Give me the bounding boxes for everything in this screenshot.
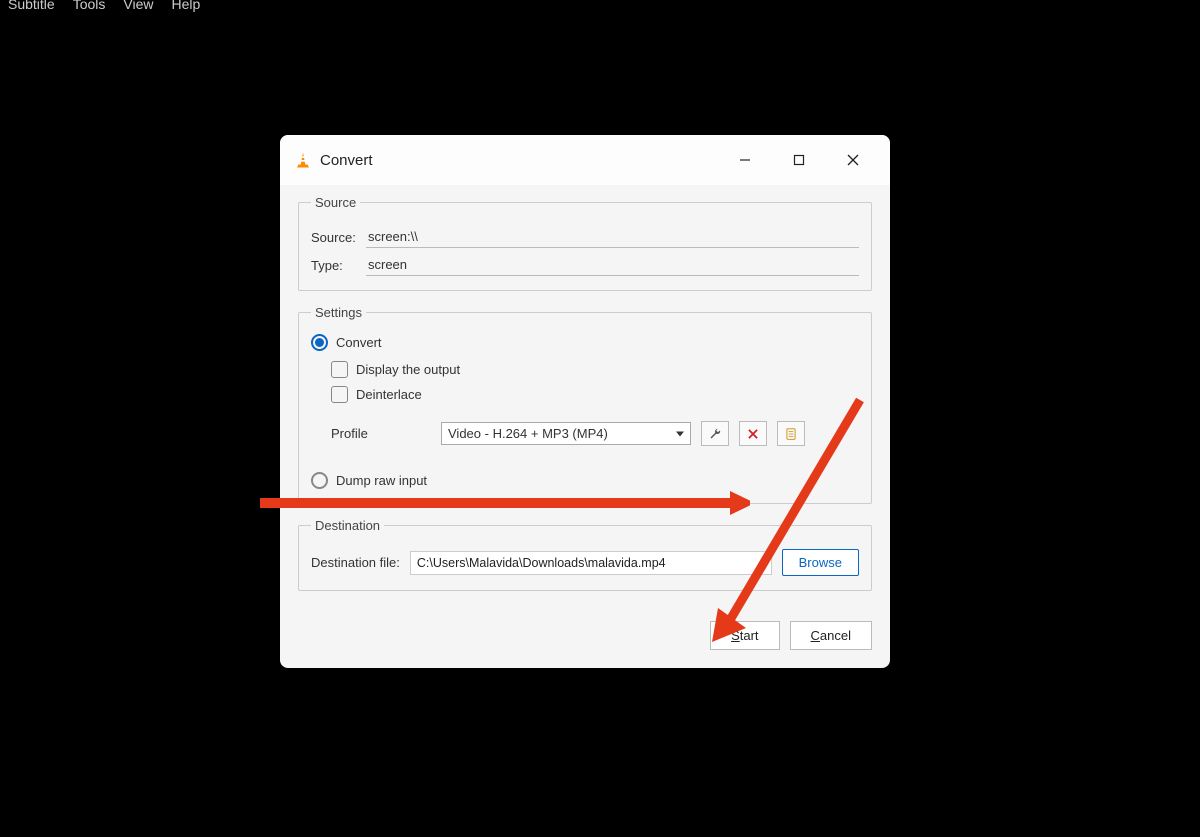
display-output-label: Display the output: [356, 362, 460, 377]
new-profile-button[interactable]: [777, 421, 805, 446]
dump-raw-label: Dump raw input: [336, 473, 427, 488]
maximize-button[interactable]: [776, 145, 822, 175]
menu-view[interactable]: View: [123, 0, 153, 12]
browse-button[interactable]: Browse: [782, 549, 859, 576]
convert-radio-label: Convert: [336, 335, 382, 350]
convert-radio[interactable]: [311, 334, 328, 351]
source-legend: Source: [311, 195, 360, 210]
type-value: screen: [366, 254, 859, 276]
profile-label: Profile: [331, 426, 431, 441]
settings-legend: Settings: [311, 305, 366, 320]
source-label: Source:: [311, 230, 366, 245]
minimize-button[interactable]: [722, 145, 768, 175]
settings-group: Settings Convert Display the output Dein…: [298, 305, 872, 504]
vlc-cone-icon: [294, 151, 312, 169]
source-group: Source Source: screen:\\ Type: screen: [298, 195, 872, 291]
deinterlace-label: Deinterlace: [356, 387, 422, 402]
type-label: Type:: [311, 258, 366, 273]
dump-raw-radio[interactable]: [311, 472, 328, 489]
wrench-icon: [708, 427, 722, 441]
document-icon: [784, 427, 798, 441]
destination-legend: Destination: [311, 518, 384, 533]
delete-profile-button[interactable]: [739, 421, 767, 446]
menu-help[interactable]: Help: [171, 0, 200, 12]
start-button[interactable]: Start: [710, 621, 779, 650]
deinterlace-checkbox[interactable]: [331, 386, 348, 403]
cancel-button[interactable]: Cancel: [790, 621, 872, 650]
profile-value: Video - H.264 + MP3 (MP4): [448, 426, 608, 441]
edit-profile-button[interactable]: [701, 421, 729, 446]
x-icon: [746, 427, 760, 441]
dialog-title: Convert: [320, 152, 722, 169]
profile-dropdown[interactable]: Video - H.264 + MP3 (MP4): [441, 422, 691, 445]
display-output-checkbox[interactable]: [331, 361, 348, 378]
menu-tools[interactable]: Tools: [73, 0, 106, 12]
source-value[interactable]: screen:\\: [366, 226, 859, 248]
menu-subtitle[interactable]: Subtitle: [8, 0, 55, 12]
app-menubar: Subtitle Tools View Help: [8, 0, 200, 12]
close-button[interactable]: [830, 145, 876, 175]
titlebar: Convert: [280, 135, 890, 185]
destination-group: Destination Destination file: Browse: [298, 518, 872, 591]
destination-file-input[interactable]: [410, 551, 772, 575]
destination-file-label: Destination file:: [311, 555, 400, 570]
convert-dialog: Convert Source Source: screen:\\ Type: s…: [280, 135, 890, 668]
